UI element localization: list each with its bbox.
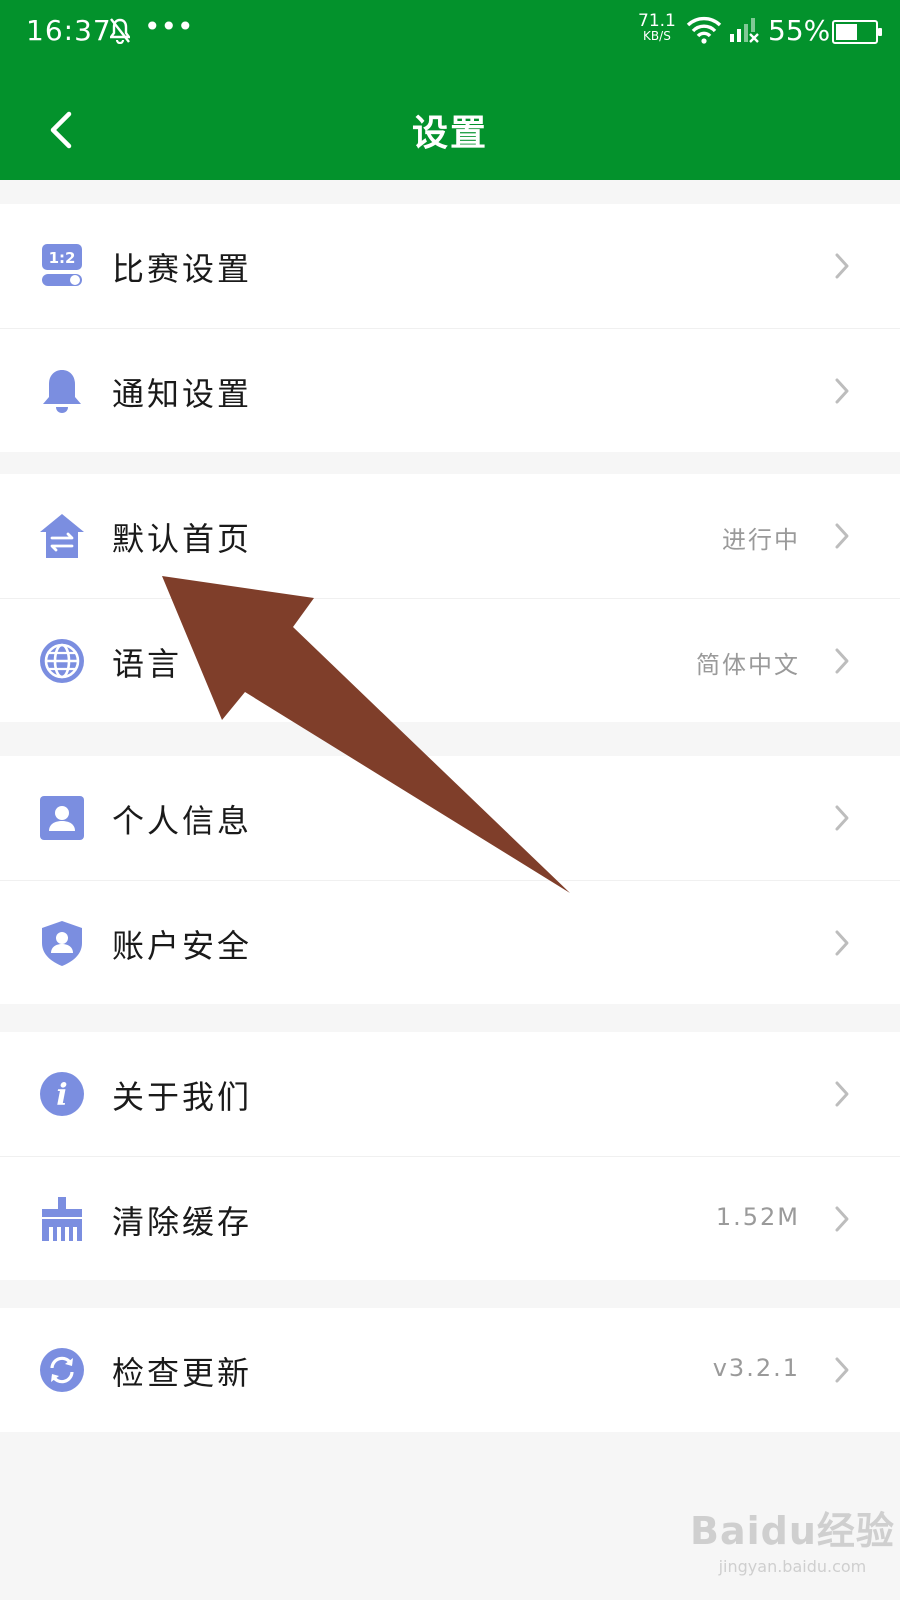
settings-item-value: 简体中文: [696, 651, 800, 679]
page-title: 设置: [411, 113, 488, 154]
chevron-right-icon: [835, 253, 849, 279]
settings-group-display: 默认首页 进行中 语言 简体中文: [0, 474, 900, 722]
svg-text:i: i: [56, 1078, 67, 1113]
status-bar: 16:37 ••• 71.1 KB/S 55%: [0, 0, 900, 64]
settings-group-match: 1:2 比赛设置 通知设置: [0, 204, 900, 452]
settings-item-label: 关于我们: [112, 1078, 253, 1116]
match-score-icon: 1:2: [38, 242, 86, 290]
status-time: 16:37: [26, 14, 112, 47]
muted-bell-icon: [108, 18, 132, 48]
settings-item-clear-cache[interactable]: 清除缓存 1.52M: [0, 1156, 900, 1280]
wifi-icon: [686, 16, 722, 48]
settings-item-language[interactable]: 语言 简体中文: [0, 598, 900, 722]
battery-percent: 55%: [768, 14, 831, 47]
settings-item-check-update[interactable]: 检查更新 v3.2.1: [0, 1308, 900, 1432]
chevron-right-icon: [835, 1206, 849, 1232]
status-more-dots: •••: [144, 10, 194, 43]
settings-item-default-home[interactable]: 默认首页 进行中: [0, 474, 900, 598]
settings-item-about[interactable]: i 关于我们: [0, 1032, 900, 1156]
settings-group-account: 个人信息 账户安全: [0, 756, 900, 1004]
settings-item-match[interactable]: 1:2 比赛设置: [0, 204, 900, 328]
chevron-right-icon: [835, 1357, 849, 1383]
chevron-right-icon: [835, 378, 849, 404]
chevron-right-icon: [835, 805, 849, 831]
info-icon: i: [38, 1070, 86, 1118]
settings-item-account-security[interactable]: 账户安全: [0, 880, 900, 1004]
settings-item-profile[interactable]: 个人信息: [0, 756, 900, 880]
settings-group-app: i 关于我们 清除缓存 1.52M: [0, 1032, 900, 1280]
home-switch-icon: [38, 512, 86, 560]
chevron-right-icon: [835, 523, 849, 549]
network-speed: 71.1 KB/S: [638, 11, 676, 44]
globe-icon: [38, 637, 86, 685]
settings-item-label: 通知设置: [112, 375, 253, 413]
signal-icon: [730, 16, 762, 48]
settings-item-value: 1.52M: [715, 1203, 800, 1231]
settings-item-label: 语言: [112, 645, 183, 683]
refresh-icon: [38, 1346, 86, 1394]
settings-item-label: 账户安全: [112, 927, 253, 965]
settings-item-label: 默认首页: [112, 520, 253, 558]
svg-text:1:2: 1:2: [49, 249, 76, 267]
battery-icon: [832, 20, 882, 44]
shield-user-icon: [38, 919, 86, 967]
settings-item-label: 检查更新: [112, 1354, 253, 1392]
settings-group-update: 检查更新 v3.2.1: [0, 1308, 900, 1432]
user-card-icon: [38, 794, 86, 842]
app-header: 16:37 ••• 71.1 KB/S 55% 设置: [0, 0, 900, 180]
settings-item-value: 进行中: [722, 526, 800, 554]
settings-item-value: v3.2.1: [712, 1354, 800, 1382]
settings-item-label: 个人信息: [112, 802, 253, 840]
bell-icon: [38, 367, 86, 415]
settings-item-label: 比赛设置: [112, 250, 253, 288]
chevron-right-icon: [835, 1081, 849, 1107]
settings-item-notification[interactable]: 通知设置: [0, 328, 900, 452]
chevron-right-icon: [835, 930, 849, 956]
settings-item-label: 清除缓存: [112, 1203, 253, 1241]
chevron-right-icon: [835, 648, 849, 674]
baidu-watermark: Baidu经验 jingyan.baidu.com: [690, 1509, 895, 1576]
broom-icon: [38, 1195, 86, 1243]
